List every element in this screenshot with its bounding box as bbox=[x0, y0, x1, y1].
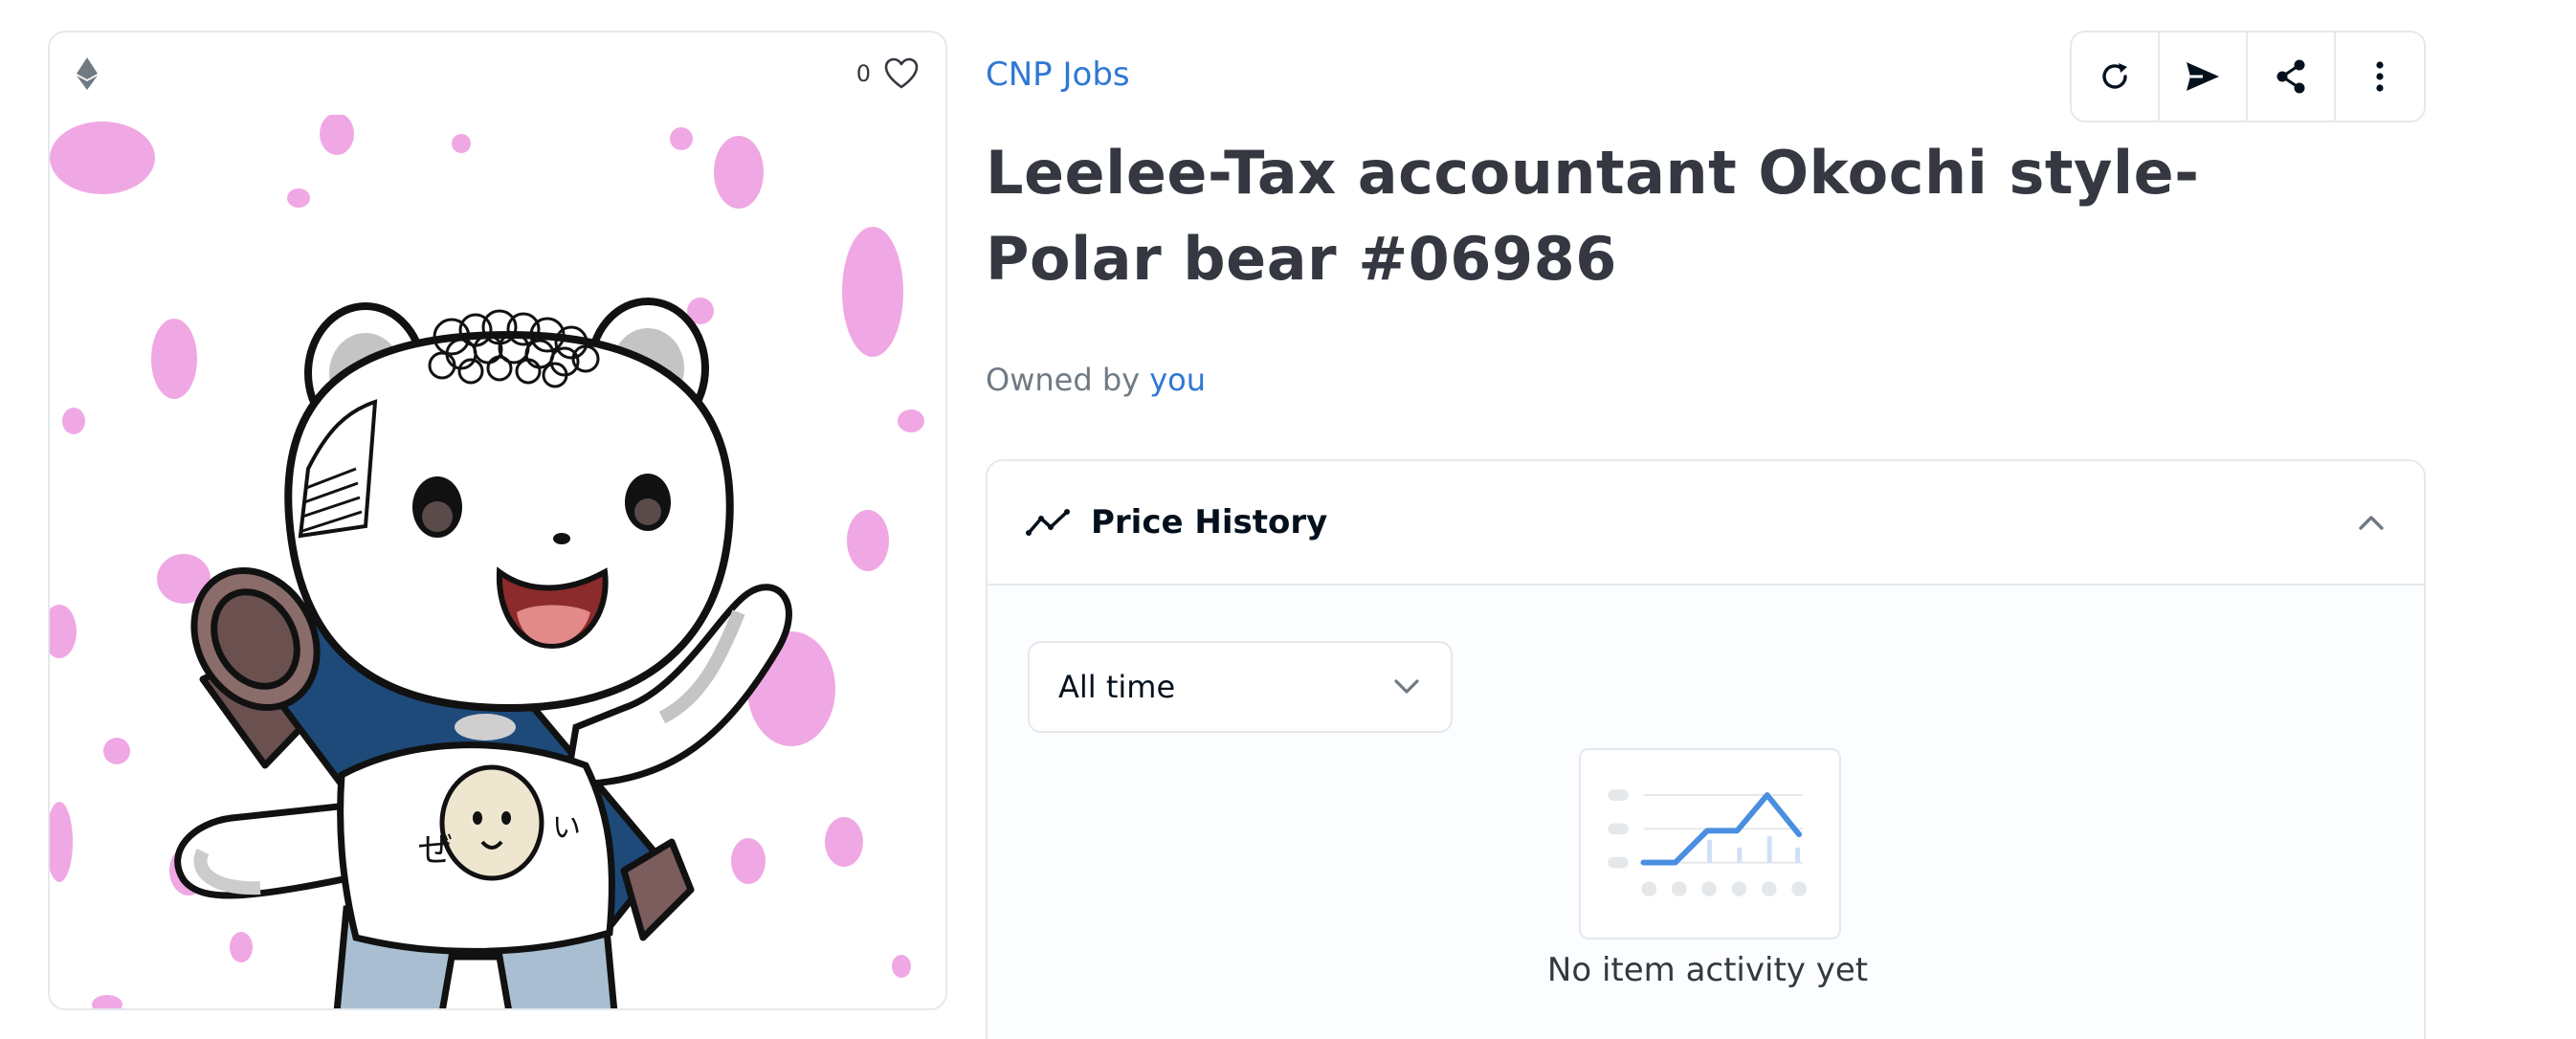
price-history-title: Price History bbox=[1091, 503, 1328, 542]
heart-icon[interactable] bbox=[884, 57, 919, 90]
item-media-card: 0 ぜ い bbox=[48, 31, 947, 1010]
favorite-count: 0 bbox=[855, 60, 871, 87]
empty-activity-message: No item activity yet bbox=[1546, 951, 1869, 989]
transfer-button[interactable] bbox=[2160, 33, 2248, 121]
empty-chart-illustration bbox=[1579, 748, 1841, 940]
chevron-down-icon bbox=[1394, 679, 1419, 694]
svg-text:ぜ: ぜ bbox=[418, 830, 453, 870]
refresh-icon bbox=[2102, 63, 2127, 89]
trending-line-icon bbox=[1026, 509, 1070, 536]
time-range-select[interactable]: All time bbox=[1028, 641, 1453, 733]
chevron-up-icon[interactable] bbox=[2357, 513, 2386, 532]
more-vertical-icon bbox=[2376, 61, 2384, 92]
nft-artwork-image: ぜ い bbox=[50, 115, 945, 1008]
share-icon bbox=[2276, 59, 2305, 94]
svg-text:い: い bbox=[552, 811, 581, 845]
media-header: 0 bbox=[50, 33, 945, 115]
owned-by-label: Owned by bbox=[986, 362, 1141, 398]
ethereum-icon bbox=[77, 57, 98, 90]
transfer-icon bbox=[2187, 62, 2219, 91]
price-history-header[interactable]: Price History bbox=[988, 461, 2424, 586]
item-action-toolbar bbox=[2070, 31, 2426, 122]
item-title: Leelee-Tax accountant Okochi style-Polar… bbox=[986, 138, 2200, 294]
owner-line: Owned by you bbox=[986, 362, 1206, 398]
favorite-control[interactable]: 0 bbox=[856, 57, 919, 90]
time-range-value: All time bbox=[1058, 669, 1176, 705]
share-button[interactable] bbox=[2248, 33, 2336, 121]
refresh-button[interactable] bbox=[2072, 33, 2160, 121]
owner-link[interactable]: you bbox=[1149, 362, 1206, 398]
more-options-button[interactable] bbox=[2336, 33, 2424, 121]
collection-link[interactable]: CNP Jobs bbox=[986, 55, 1130, 94]
price-history-panel: Price History All time No item activity … bbox=[986, 459, 2426, 1039]
